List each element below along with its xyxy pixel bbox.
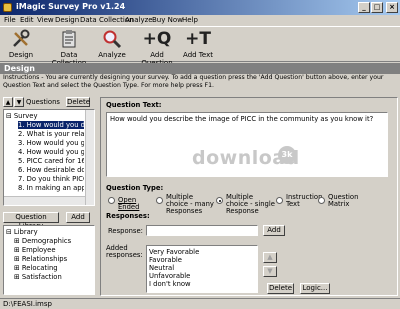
- tree-root-survey[interactable]: ⊟ Survey: [6, 112, 38, 120]
- survey-root-label: Survey: [13, 112, 38, 120]
- library-item-employee[interactable]: ⊞ Employee: [14, 246, 56, 254]
- move-up-button[interactable]: ▲: [3, 97, 13, 107]
- type-instruction-text-label: Instruction Text: [286, 193, 323, 208]
- tree-root-library[interactable]: ⊟ Library: [6, 228, 38, 236]
- type-multi-many-radio[interactable]: [156, 197, 163, 204]
- title-bar: iMagic Survey Pro v1.24 _ □ ×: [0, 0, 400, 15]
- response-input[interactable]: [146, 225, 258, 236]
- delete-question-button[interactable]: Delete: [66, 97, 90, 107]
- tree-item-question-1[interactable]: 1. How would you des: [18, 121, 84, 129]
- add-library-button[interactable]: Add: [66, 212, 90, 223]
- toolbar: Design Data Collection Analyze +Q Add Qu…: [0, 26, 400, 67]
- survey-tree-hscrollbar[interactable]: [4, 196, 85, 205]
- questions-label: Questions: [26, 98, 60, 106]
- library-item-label: Satisfaction: [21, 273, 62, 281]
- type-open-ended-radio[interactable]: [108, 197, 115, 204]
- add-question-icon: +Q: [142, 29, 172, 49]
- added-response-item[interactable]: I don't know: [149, 280, 191, 288]
- data-collection-tool-button[interactable]: Data Collection: [44, 29, 94, 67]
- tree-item-question-4[interactable]: 4. How would you gau: [18, 148, 84, 156]
- added-responses-list[interactable]: Very Favorable Favorable Neutral Unfavor…: [146, 245, 258, 293]
- library-root-label: Library: [13, 228, 38, 236]
- menu-help[interactable]: Help: [182, 16, 198, 24]
- added-response-item[interactable]: Neutral: [149, 264, 174, 272]
- library-item-label: Relationships: [21, 255, 68, 263]
- survey-tree: ⊟ Survey 1. How would you des 2. What is…: [3, 109, 95, 206]
- watermark-badge: 3k: [278, 146, 296, 164]
- close-button[interactable]: ×: [386, 2, 398, 13]
- add-question-tool-button[interactable]: +Q Add Question: [136, 29, 178, 67]
- menu-bar: File Edit View Design Data Collection An…: [0, 15, 400, 26]
- arrow-down-icon: ▼: [16, 99, 22, 106]
- logic-button[interactable]: Logic...: [300, 283, 330, 294]
- add-text-icon: +T: [185, 29, 211, 49]
- library-tree: ⊟ Library ⊞ Demographics ⊞ Employee ⊞ Re…: [3, 225, 95, 295]
- status-bar: D:\FEASI.imsp: [0, 298, 400, 309]
- clipboard-icon: [58, 29, 80, 49]
- type-question-matrix-label: Question Matrix: [328, 193, 359, 208]
- response-move-up-button[interactable]: ▲: [263, 252, 277, 263]
- instructions-text: Instructions - You are currently designi…: [3, 74, 384, 89]
- section-banner: Design: [0, 63, 400, 74]
- menu-design[interactable]: Design: [55, 16, 79, 24]
- question-text-value: How would you describe the image of PICC…: [110, 115, 374, 123]
- library-item-satisfaction[interactable]: ⊞ Satisfaction: [14, 273, 62, 281]
- added-response-item[interactable]: Favorable: [149, 256, 182, 264]
- tree-item-question-5[interactable]: 5. PICC cared for 161: [18, 157, 84, 165]
- menu-view[interactable]: View: [37, 16, 54, 24]
- library-item-demographics[interactable]: ⊞ Demographics: [14, 237, 71, 245]
- tools-icon: [10, 29, 32, 49]
- add-response-button[interactable]: Add: [263, 225, 285, 236]
- minimize-button[interactable]: _: [358, 2, 370, 13]
- arrow-up-icon: ▲: [267, 253, 273, 261]
- tree-item-question-2[interactable]: 2. What is your relation: [18, 130, 84, 138]
- add-text-tool-button[interactable]: +T Add Text: [182, 29, 214, 59]
- analyze-tool-button[interactable]: Analyze: [98, 29, 126, 59]
- delete-response-button[interactable]: Delete: [267, 283, 294, 294]
- add-text-tool-label: Add Text: [183, 51, 213, 59]
- library-item-label: Demographics: [21, 237, 72, 245]
- app-icon: [3, 3, 12, 12]
- tree-item-question-7[interactable]: 7. Do you think PICC: [18, 175, 84, 183]
- type-multi-single-label: Multiple choice - single Response: [226, 193, 275, 215]
- window-title: iMagic Survey Pro v1.24: [16, 2, 126, 11]
- maximize-button[interactable]: □: [371, 2, 383, 13]
- added-response-item[interactable]: Very Favorable: [149, 248, 199, 256]
- type-multi-single-radio[interactable]: [216, 197, 223, 204]
- library-item-label: Employee: [21, 246, 56, 254]
- added-response-item[interactable]: Unfavorable: [149, 272, 190, 280]
- library-item-relocating[interactable]: ⊞ Relocating: [14, 264, 58, 272]
- tree-item-question-3[interactable]: 3. How would you gau: [18, 139, 84, 147]
- library-item-label: Relocating: [21, 264, 58, 272]
- tree-item-question-6[interactable]: 6. How desirable do yo: [18, 166, 84, 174]
- magnifier-icon: [101, 29, 123, 49]
- response-field-label: Response:: [108, 227, 143, 235]
- analyze-tool-label: Analyze: [98, 51, 126, 59]
- question-type-label: Question Type:: [106, 184, 164, 192]
- type-multi-many-label: Multiple choice - many Responses: [166, 193, 214, 215]
- responses-label: Responses:: [106, 212, 150, 220]
- design-tool-button[interactable]: Design: [8, 29, 34, 59]
- type-question-matrix-radio[interactable]: [318, 197, 325, 204]
- question-library-button[interactable]: Question Library: [3, 212, 59, 230]
- design-tool-label: Design: [8, 51, 34, 59]
- arrow-down-icon: ▼: [267, 267, 273, 275]
- tree-item-question-8[interactable]: 8. In making an appea: [18, 184, 84, 192]
- type-instruction-text-radio[interactable]: [276, 197, 283, 204]
- menu-edit[interactable]: Edit: [20, 16, 34, 24]
- menu-file[interactable]: File: [4, 16, 16, 24]
- library-item-relationships[interactable]: ⊞ Relationships: [14, 255, 67, 263]
- response-move-down-button[interactable]: ▼: [263, 266, 277, 277]
- added-responses-label: Added responses:: [106, 244, 143, 259]
- arrow-up-icon: ▲: [5, 99, 11, 106]
- type-open-ended-label: Open Ended: [118, 196, 140, 211]
- question-text-label: Question Text:: [106, 101, 162, 109]
- menu-analyze[interactable]: Analyze: [125, 16, 153, 24]
- menu-buy-now[interactable]: Buy Now: [152, 16, 183, 24]
- survey-tree-scrollbar[interactable]: [85, 110, 94, 205]
- move-down-button[interactable]: ▼: [14, 97, 24, 107]
